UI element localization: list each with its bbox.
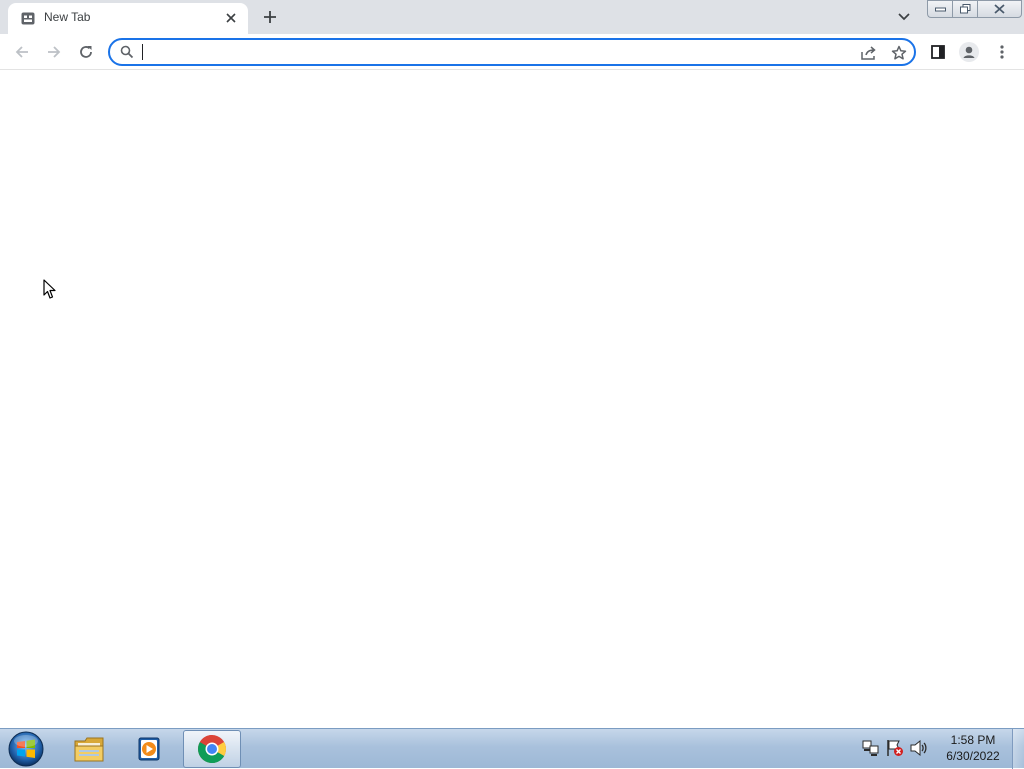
reload-icon bbox=[80, 46, 92, 58]
restore-button[interactable] bbox=[952, 0, 977, 18]
taskbar: 1:58 PM 6/30/2022 bbox=[0, 728, 1024, 769]
taskbar-windows-media-player[interactable] bbox=[120, 730, 178, 768]
profile-icon bbox=[959, 42, 979, 62]
window-controls bbox=[927, 0, 1022, 18]
side-panel-button[interactable] bbox=[926, 40, 950, 64]
tab-title: New Tab bbox=[44, 10, 91, 24]
back-button[interactable] bbox=[8, 38, 36, 66]
star-icon bbox=[891, 45, 907, 60]
minimize-icon bbox=[934, 7, 946, 12]
tab-close-icon[interactable] bbox=[222, 9, 240, 27]
forward-button[interactable] bbox=[40, 38, 68, 66]
taskbar-clock[interactable]: 1:58 PM 6/30/2022 bbox=[940, 732, 1006, 764]
media-player-icon bbox=[138, 737, 160, 761]
back-arrow-icon bbox=[15, 46, 28, 58]
new-tab-button[interactable] bbox=[258, 5, 282, 29]
show-desktop-button[interactable] bbox=[1012, 729, 1024, 769]
minimize-button[interactable] bbox=[927, 0, 952, 18]
more-menu-button[interactable] bbox=[990, 40, 1014, 64]
new-tab-favicon-icon bbox=[21, 12, 35, 25]
browser-toolbar bbox=[0, 34, 1024, 70]
folder-icon bbox=[74, 737, 104, 762]
bookmark-star-button[interactable] bbox=[888, 42, 910, 64]
system-tray bbox=[862, 737, 928, 759]
taskbar-windows-explorer[interactable] bbox=[60, 730, 118, 768]
windows-logo-icon bbox=[8, 731, 44, 767]
page-content bbox=[0, 71, 1024, 728]
start-button[interactable] bbox=[6, 730, 46, 768]
taskbar-google-chrome[interactable] bbox=[183, 730, 241, 768]
close-window-button[interactable] bbox=[977, 0, 1022, 18]
tab-new-tab[interactable]: New Tab bbox=[8, 3, 248, 34]
close-icon bbox=[994, 4, 1005, 14]
text-caret bbox=[142, 44, 143, 60]
profile-button[interactable] bbox=[957, 40, 981, 64]
address-input[interactable] bbox=[140, 42, 840, 62]
address-bar[interactable] bbox=[108, 38, 916, 66]
restore-icon bbox=[959, 4, 970, 14]
mouse-pointer-icon bbox=[43, 279, 56, 299]
more-menu-icon bbox=[1000, 45, 1004, 59]
chrome-icon bbox=[198, 735, 226, 763]
volume-icon[interactable] bbox=[910, 739, 928, 757]
tab-strip: New Tab bbox=[0, 0, 1024, 34]
share-button[interactable] bbox=[858, 42, 880, 64]
search-icon bbox=[120, 45, 134, 59]
clock-time: 1:58 PM bbox=[950, 733, 996, 747]
network-icon[interactable] bbox=[862, 739, 880, 757]
reload-button[interactable] bbox=[72, 38, 100, 66]
clock-date: 6/30/2022 bbox=[946, 749, 1000, 763]
tab-search-chevron-icon[interactable] bbox=[893, 6, 915, 28]
share-icon bbox=[861, 46, 876, 60]
side-panel-icon bbox=[931, 45, 945, 59]
action-center-flag-icon[interactable] bbox=[886, 739, 904, 757]
forward-arrow-icon bbox=[48, 46, 61, 58]
